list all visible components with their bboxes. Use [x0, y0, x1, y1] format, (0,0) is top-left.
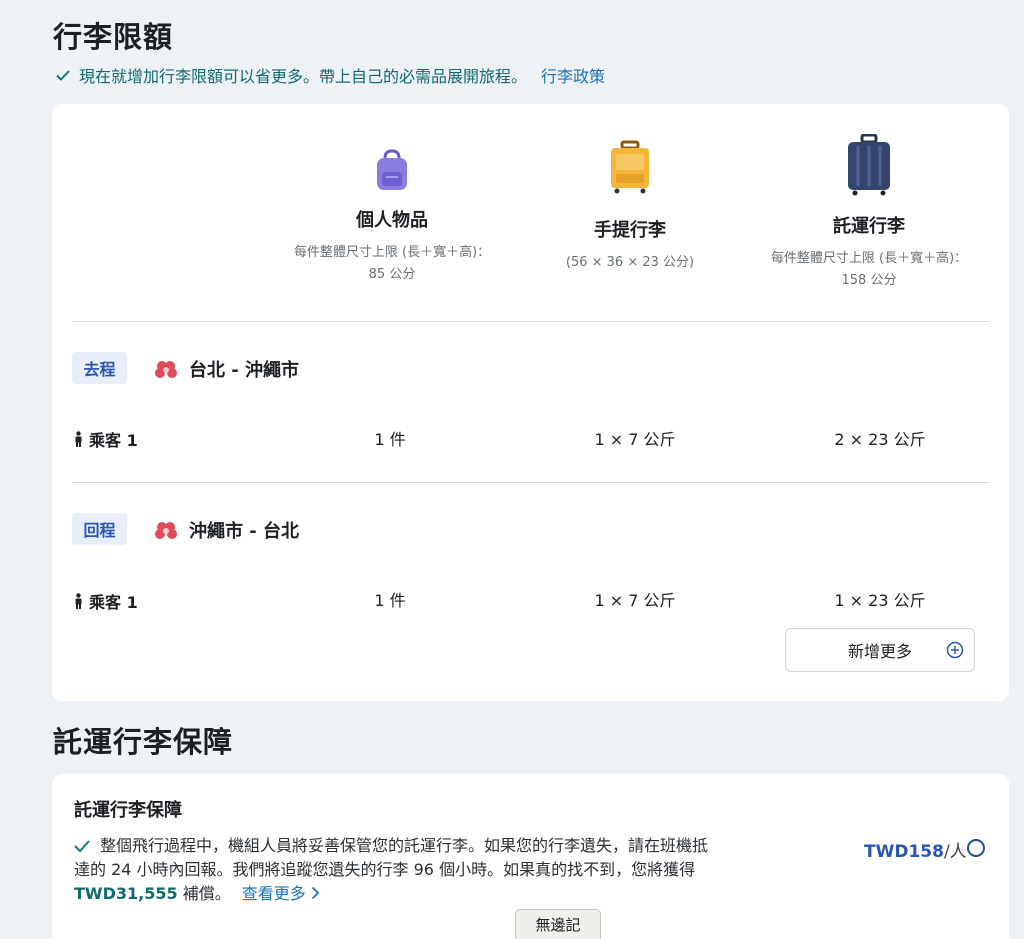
checked-bag-desc: 每件整體尺寸上限 (長＋寬＋高)： [770, 251, 968, 266]
return-checked-value: 1 × 23 公斤 [834, 591, 926, 610]
flower-icon [155, 361, 177, 378]
column-personal-item: 個人物品 每件整體尺寸上限 (長＋寬＋高)： 85 公分 [272, 148, 512, 286]
backpack-icon [377, 149, 407, 190]
return-passenger-label: 乘客 1 [89, 593, 138, 612]
see-more-link[interactable]: 查看更多 [242, 884, 320, 903]
chevron-right-icon [311, 886, 320, 900]
return-route: 沖繩市 - 台北 [153, 517, 299, 543]
baggage-policy-link[interactable]: 行李政策 [541, 63, 605, 87]
see-more-label: 查看更多 [241, 884, 306, 903]
outbound-badge: 去程 [72, 352, 127, 384]
outbound-checked-value: 2 × 23 公斤 [834, 430, 926, 449]
protection-section-title: 託運行李保障 [53, 725, 234, 759]
return-personal-value: 1 件 [374, 591, 406, 610]
protection-price: TWD158/人 [864, 837, 967, 862]
check-icon [74, 840, 90, 853]
outbound-route: 台北 - 沖繩市 [153, 356, 299, 382]
checked-bag-size: 158 公分 [841, 273, 897, 288]
add-more-label: 新增更多 [847, 642, 912, 661]
checked-suitcase-icon [848, 134, 890, 196]
protection-description: 整個飛行過程中，機組人員將妥善保管您的託運行李。如果您的行李遺失，請在班機抵達的… [74, 834, 714, 906]
carry-on-suitcase-icon [611, 140, 649, 194]
outbound-personal-value: 1 件 [374, 430, 406, 449]
return-badge: 回程 [72, 513, 127, 545]
column-carry-on: 手提行李 (56 × 36 × 23 公分) [510, 140, 750, 274]
outbound-route-text: 台北 - 沖繩市 [189, 360, 300, 381]
protection-radio[interactable] [967, 839, 985, 857]
check-icon [56, 70, 70, 81]
outbound-passenger: 乘客 1 [74, 427, 138, 451]
personal-item-size: 85 公分 [368, 267, 416, 282]
outbound-passenger-label: 乘客 1 [89, 431, 138, 450]
allowance-card: 個人物品 每件整體尺寸上限 (長＋寬＋高)： 85 公分 手提行李 (56 × … [52, 104, 1009, 701]
divider [72, 321, 989, 322]
tooltip: 無邊記 [515, 909, 601, 939]
return-carry-on-value: 1 × 7 公斤 [594, 591, 676, 610]
divider [72, 482, 989, 483]
outbound-carry-on-value: 1 × 7 公斤 [594, 430, 676, 449]
personal-item-title: 個人物品 [356, 210, 428, 231]
checked-bag-title: 託運行李 [833, 216, 905, 237]
carry-on-desc: (56 × 36 × 23 公分) [565, 255, 695, 270]
plus-circle-icon [946, 641, 964, 659]
carry-on-title: 手提行李 [594, 220, 666, 241]
person-icon [75, 593, 82, 609]
promo-text: 現在就增加行李限額可以省更多。帶上自己的必需品展開旅程。 [79, 67, 528, 86]
personal-item-desc: 每件整體尺寸上限 (長＋寬＋高)： [293, 245, 491, 260]
return-passenger: 乘客 1 [74, 589, 138, 613]
price-per-person: /人 [943, 842, 967, 862]
page-title: 行李限額 [53, 20, 174, 54]
add-more-button[interactable]: 新增更多 [785, 628, 975, 672]
column-checked-bag: 託運行李 每件整體尺寸上限 (長＋寬＋高)： 158 公分 [749, 134, 989, 292]
flower-icon [155, 522, 177, 539]
protection-card-title: 託運行李保障 [74, 800, 182, 821]
compensation-amount: TWD31,555 [74, 884, 178, 903]
protection-text-1: 整個飛行過程中，機組人員將妥善保管您的託運行李。如果您的行李遺失，請在班機抵達的… [74, 836, 709, 879]
promo-line: 現在就增加行李限額可以省更多。帶上自己的必需品展開旅程。 行李政策 [55, 63, 605, 87]
price-amount: TWD158 [864, 842, 944, 862]
return-route-text: 沖繩市 - 台北 [189, 521, 300, 542]
person-icon [75, 431, 82, 447]
protection-text-2: 補償。 [182, 884, 231, 903]
